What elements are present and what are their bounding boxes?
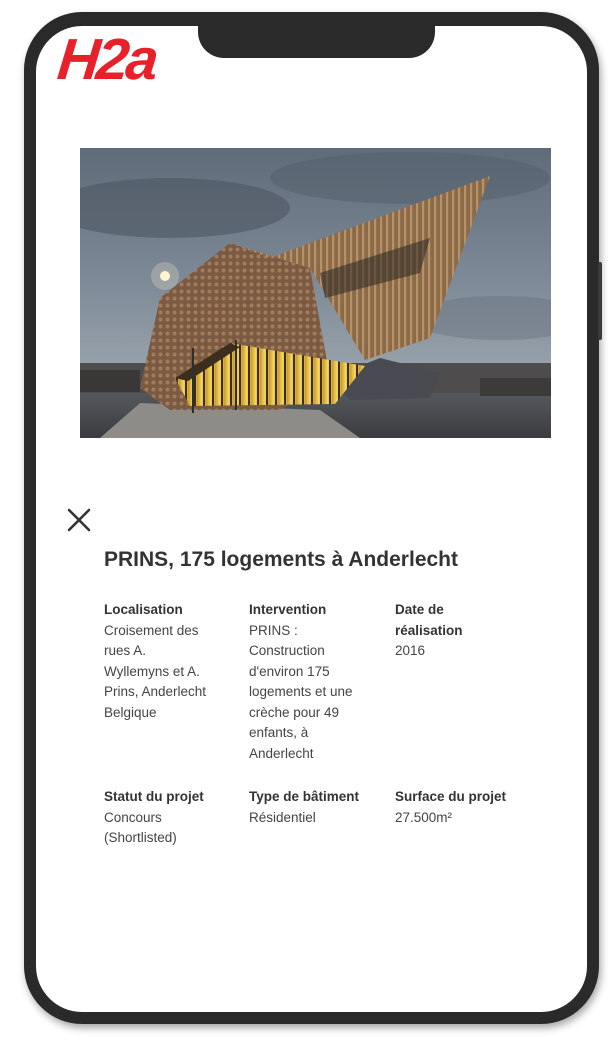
- detail-label: Localisation: [104, 602, 183, 617]
- phone-notch: [198, 18, 435, 58]
- h2a-logo[interactable]: H2a: [55, 27, 159, 92]
- detail-intervention: Intervention PRINS : Construction d'envi…: [249, 600, 389, 764]
- close-icon[interactable]: [66, 507, 92, 533]
- detail-type: Type de bâtiment Résidentiel: [249, 787, 389, 828]
- detail-value: PRINS : Construction d'environ 175 logem…: [249, 622, 353, 761]
- detail-label: Surface du projet: [395, 789, 507, 804]
- detail-value: Concours (Shortlisted): [104, 809, 177, 846]
- phone-side-button: [598, 262, 602, 340]
- detail-label: Date de réalisation: [395, 602, 463, 638]
- detail-label: Intervention: [249, 602, 327, 617]
- detail-localisation: Localisation Croisement des rues A. Wyll…: [104, 600, 244, 723]
- project-title: PRINS, 175 logements à Anderlecht: [104, 548, 458, 571]
- detail-surface: Surface du projet 27.500m²: [395, 787, 545, 828]
- detail-value: Croisement des rues A. Wyllemyns et A. P…: [104, 622, 207, 720]
- detail-statut: Statut du projet Concours (Shortlisted): [104, 787, 244, 849]
- detail-value: Résidentiel: [249, 809, 316, 825]
- detail-label: Type de bâtiment: [249, 789, 360, 804]
- detail-value: 27.500m²: [395, 809, 453, 825]
- detail-date: Date de réalisation 2016: [395, 600, 505, 662]
- project-photo: [80, 148, 551, 438]
- detail-label: Statut du projet: [104, 789, 204, 804]
- detail-value: 2016: [395, 643, 426, 658]
